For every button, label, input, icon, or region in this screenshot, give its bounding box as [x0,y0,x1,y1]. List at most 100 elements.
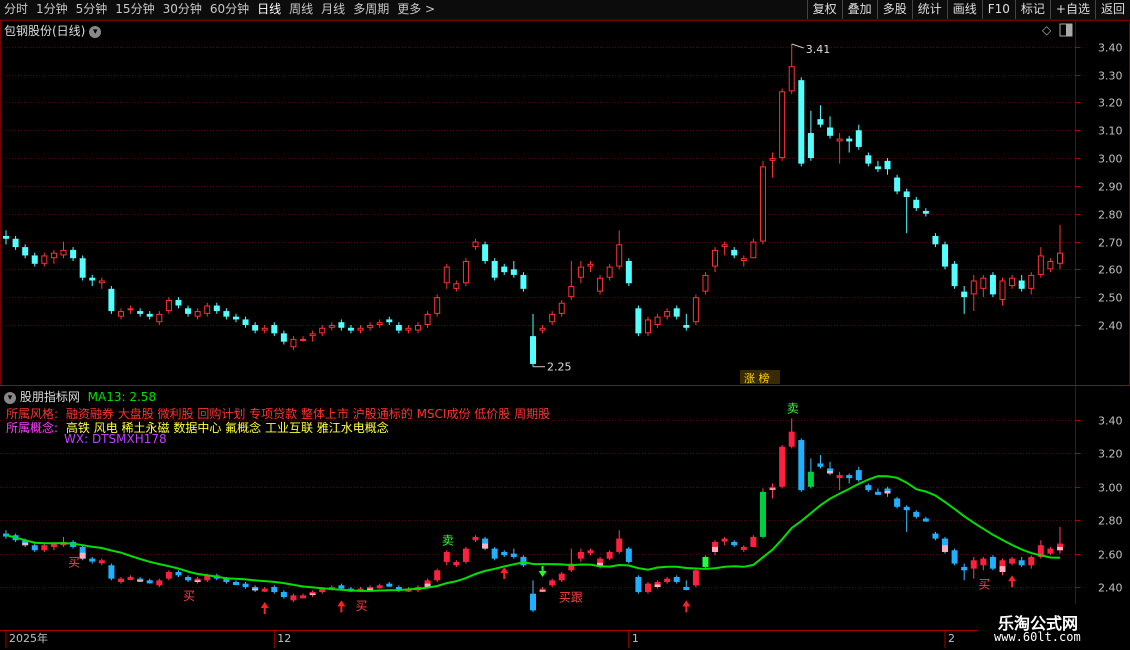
indicator-bar [740,546,747,550]
watermark-url: www.60lt.com [994,630,1081,644]
buy-signal-label: 买 [68,556,80,570]
indicator-bar [472,536,479,541]
candle-body [41,255,48,264]
candle-body [759,166,766,242]
candle-body [242,319,249,325]
candle-body [424,313,431,325]
candle-body [807,133,814,159]
indicator-bar [520,556,527,566]
candle-body [798,80,805,164]
candle-body [539,327,546,331]
candle-body [903,191,910,198]
candle-body [549,313,556,323]
candle-body [989,274,996,295]
indicator-bar-highlight [309,593,316,596]
indicator-bar [817,463,824,467]
candle-body [261,327,268,331]
indicator-bar [932,533,939,539]
candle-body [137,311,144,314]
indicator-bar [510,553,517,557]
indicator-bar [261,588,268,592]
indicator-bar [31,545,38,551]
indicator-bar [635,576,642,593]
candle-body [606,266,613,278]
up-arrow-icon [682,600,691,613]
up-arrow-icon [260,602,269,615]
main-chart-title[interactable]: 包钢股份(日线) ▾ [4,22,102,39]
candle-body [999,280,1006,300]
candle-body [750,241,757,259]
time-axis-label: 1 [632,632,639,645]
main-axis-label: 2.70 [1098,237,1123,250]
candle-body [587,263,594,267]
indicator-bar [530,593,536,611]
candle-body [721,244,728,248]
indicator-bar [673,576,680,582]
indicator-bar-highlight [712,546,719,552]
indicator-bar [644,583,651,593]
candle-body [79,258,86,278]
indicator-bar [846,475,853,479]
indicator-bar [807,471,814,487]
watermark: 乐淘公式网 www.60lt.com [978,604,1130,650]
candle-body [597,277,604,292]
indicator-bar [501,551,508,556]
candle-body [127,308,134,311]
candle-body [117,311,124,317]
indicator-name: 股朋指标网 [19,390,80,404]
diamond-icon[interactable]: ◇ [1042,23,1052,37]
candle-body [165,299,172,312]
candle-body [89,277,96,281]
indicator-bar [606,551,613,559]
candle-body [3,235,9,239]
indicator-bar-highlight [252,588,259,591]
indicator-bar [692,570,699,586]
candle-body [31,255,38,264]
indicator-axis-label: 2.60 [1098,549,1123,562]
indicator-bar [89,558,96,562]
main-axis-label: 2.80 [1098,209,1123,222]
candle-body [884,160,891,170]
indicator-bar [300,595,307,599]
candle-body [702,274,709,292]
main-axis-label: 2.50 [1098,292,1123,305]
time-axis-label: 2025年 [9,631,48,645]
candle-body [692,297,699,323]
candle-body [482,244,489,262]
indicator-bar [989,556,996,569]
candle-body [280,333,287,342]
candle-body [865,155,872,164]
kline-chart[interactable]: 3.40 3.30 3.20 3.10 3.00 2.90 2.80 2.70 2.60 2.50… [0,0,1130,650]
indicator-bar [721,538,728,542]
candle-body [664,311,671,317]
candle-body [194,311,201,317]
indicator-bar [788,431,795,447]
candle-body [942,244,949,267]
chevron-down-icon[interactable]: ▾ [4,391,16,404]
indicator-bar [1018,560,1025,566]
candle-body [616,244,623,267]
candle-body [1047,261,1054,270]
main-axis-label: 3.10 [1098,125,1123,138]
indicator-bar-highlight [79,552,86,559]
candle-body [740,258,747,262]
candle-body [328,325,335,328]
candle-body [204,305,211,314]
candle-body [290,338,297,348]
indicator-bar [462,548,469,562]
candle-body [185,308,192,314]
candle-body [932,235,939,245]
indicator-title[interactable]: ▾ 股朋指标网 MA13: 2.58 [4,388,156,405]
candle-body [462,261,469,284]
indicator-bar [1028,556,1035,566]
indicator-bar [894,498,901,507]
indicator-bar [127,576,134,580]
chevron-down-icon[interactable]: ▾ [89,25,102,38]
candle-body [1018,280,1025,289]
candle-body [980,277,987,289]
indicator-bar [836,475,843,479]
indicator-bar [759,491,766,537]
up-arrow-icon [500,566,509,579]
candle-body [386,319,393,323]
candle-body [779,91,786,159]
